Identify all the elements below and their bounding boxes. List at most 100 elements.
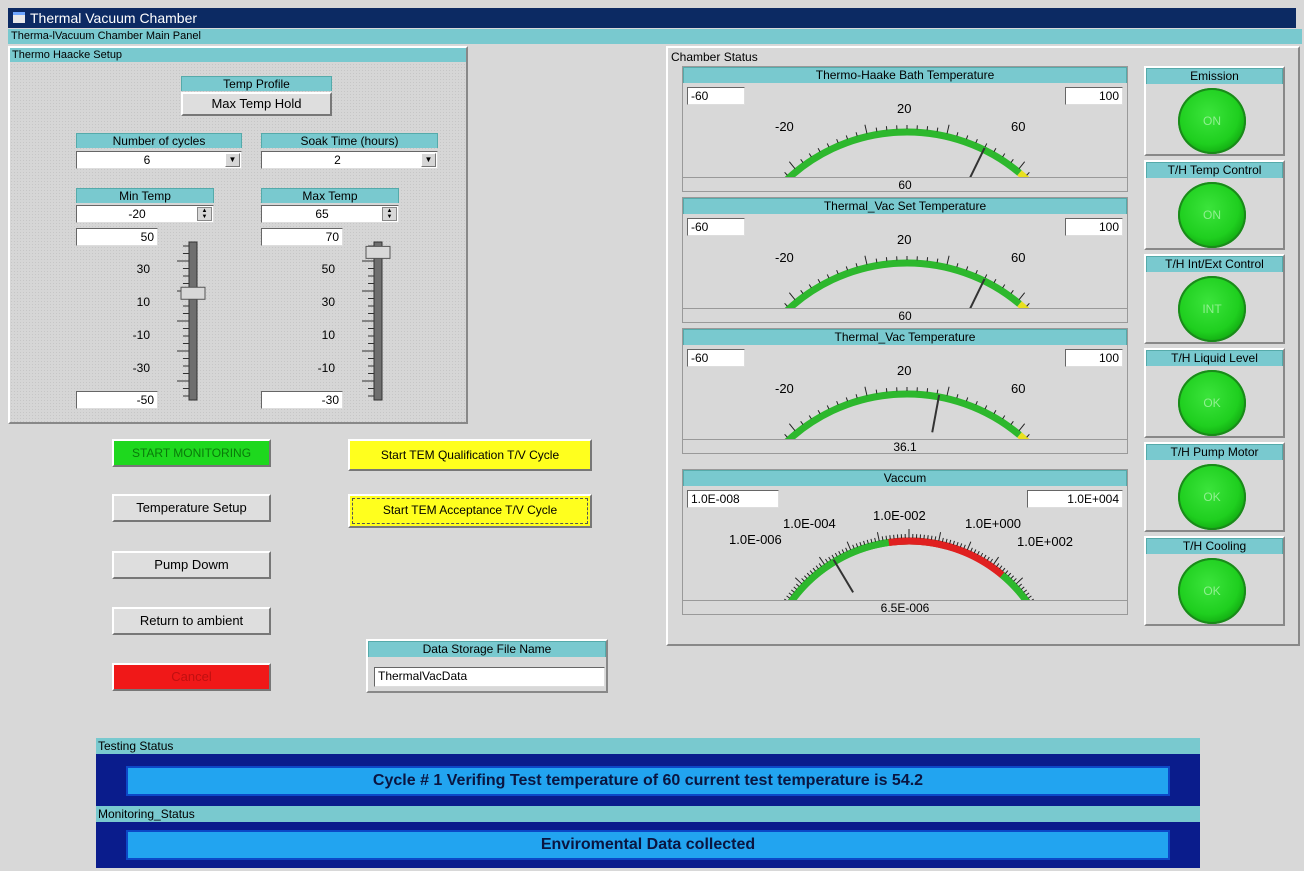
gauge-tick	[852, 544, 855, 549]
gauge-needle	[969, 147, 986, 177]
indicator-label: T/H Liquid Level	[1146, 350, 1283, 366]
gauge-tick	[788, 592, 793, 596]
indicator-led: OK	[1178, 558, 1246, 624]
gauge-tick	[938, 532, 942, 542]
gauge-tick	[818, 556, 825, 565]
data-storage-filename-input[interactable]: ThermalVacData	[374, 667, 605, 687]
gauge-tick	[952, 540, 955, 545]
min-temp-slider[interactable]: 30 10 -10 -30	[110, 232, 220, 402]
gauge-tick	[784, 171, 788, 176]
indicator-led: ON	[1178, 88, 1246, 154]
gauge-tick	[846, 541, 852, 551]
gauge-tick	[881, 536, 884, 541]
min_temp-slider-thumb[interactable]	[180, 286, 206, 300]
gauge-tick	[1010, 421, 1014, 425]
number-of-cycles-value: 6	[143, 153, 151, 167]
gauge-tick	[794, 577, 803, 585]
gauge-tick	[956, 541, 959, 547]
max-temp-slider[interactable]: 50 30 10 -10	[295, 232, 405, 402]
testing-status-title: Testing Status	[96, 738, 1200, 754]
min-temp-spin[interactable]: -20 ▲ ▼	[76, 205, 214, 223]
gauge-readout: 36.1	[683, 439, 1127, 454]
chevron-down-icon[interactable]: ▼	[421, 153, 436, 167]
gauge-tick	[1010, 159, 1014, 163]
min_temp-slider-track[interactable]	[188, 241, 198, 401]
pump-down-button[interactable]: Pump Dowm	[112, 551, 271, 579]
cancel-button[interactable]: Cancel	[112, 663, 271, 691]
gauge-dial	[784, 124, 1030, 177]
gauge-tick	[1002, 153, 1006, 158]
gauge-needle	[969, 278, 986, 308]
spin-arrows-icon[interactable]: ▲ ▼	[382, 207, 397, 221]
gauge-band	[784, 128, 1022, 177]
temperature-gauge: Thermal_Vac Temperature -60 100 36.1 -20 20 60	[682, 328, 1128, 454]
gauge-tick	[784, 433, 788, 438]
temperature-gauge: Thermo-Haake Bath Temperature -60 100 60 -20…	[682, 66, 1128, 192]
chamber-status-title: Chamber Status	[671, 50, 758, 64]
gauge-tick	[817, 409, 821, 414]
gauge-tick	[983, 554, 987, 559]
max_temp-slider-tick-label: 30	[321, 295, 335, 309]
gauge-tick	[999, 565, 1003, 570]
temperature-gauge: Thermal_Vac Set Temperature -60 100 60 -20 20…	[682, 197, 1128, 323]
gauge-tick	[841, 549, 845, 554]
status-indicator: T/H Pump Motor OK	[1144, 442, 1285, 532]
gauge-readout: 6.5E-006	[683, 600, 1127, 615]
gauge-tick	[1018, 292, 1026, 300]
gauge-tick	[800, 290, 804, 294]
start-qualification-cycle-button[interactable]: Start TEM Qualification T/V Cycle	[348, 439, 592, 471]
spin-arrows-icon[interactable]: ▲ ▼	[197, 207, 212, 221]
min_temp-slider-tick-label: 30	[136, 262, 150, 276]
gauge-tick	[996, 563, 1000, 567]
gauge-scale-label: -20	[775, 381, 794, 396]
gauge-tick	[836, 138, 839, 144]
number-of-cycles-select[interactable]: 6 ▼	[76, 151, 242, 169]
monitoring-status-title: Monitoring_Status	[96, 806, 1200, 822]
gauge-dial	[784, 255, 1030, 308]
gauge-tick	[984, 274, 988, 279]
gauge-needle	[832, 559, 854, 593]
max-temp-spin[interactable]: 65 ▲ ▼	[261, 205, 399, 223]
gauge-tick	[936, 127, 939, 132]
gauge-tick	[946, 386, 950, 396]
gauge-tick	[1020, 586, 1025, 590]
gauge-tick	[855, 132, 858, 137]
temperature-setup-button[interactable]: Temperature Setup	[112, 494, 271, 522]
temp-profile-button[interactable]: Max Temp Hold	[181, 92, 332, 116]
window-app-icon[interactable]	[13, 12, 25, 23]
gauge-band	[784, 259, 1022, 308]
gauge-tick	[993, 409, 997, 414]
gauge-dial	[784, 386, 1030, 439]
gauge-tick	[817, 278, 821, 283]
gauge-tick	[838, 551, 841, 556]
gauge-tick	[1018, 423, 1026, 431]
soak-time-select[interactable]: 2 ▼	[261, 151, 438, 169]
setup-panel-title: Thermo Haacke Setup	[10, 48, 466, 62]
gauge-tick	[808, 415, 812, 420]
gauge-tick	[1031, 598, 1034, 600]
gauge-tick	[965, 397, 969, 402]
min_temp-slider-graphic[interactable]	[110, 232, 220, 402]
start-acceptance-cycle-button[interactable]: Start TEM Acceptance T/V Cycle	[348, 494, 592, 528]
gauge-scale-label: 1.0E-002	[873, 508, 926, 523]
chevron-down-icon[interactable]: ▼	[225, 153, 240, 167]
max_temp-slider-track[interactable]	[373, 241, 383, 401]
main-panel-title: Therma-lVacuum Chamber Main Panel	[8, 29, 1302, 44]
gauge-scale-label: 1.0E+000	[965, 516, 1022, 531]
gauge-tick	[1002, 415, 1006, 420]
gauge-tick	[836, 400, 839, 406]
return-to-ambient-button[interactable]: Return to ambient	[112, 607, 271, 635]
gauge-scale-label: 20	[897, 363, 912, 378]
max_temp-slider-thumb[interactable]	[365, 245, 391, 259]
max_temp-slider-graphic[interactable]	[295, 232, 405, 402]
min_temp-slider-tick-label: -10	[132, 328, 150, 342]
gauge-tick	[1007, 572, 1012, 577]
gauge-tick	[1010, 290, 1014, 294]
gauge-tick	[949, 539, 952, 544]
gauge-tick	[845, 397, 849, 402]
gauge-tick	[1023, 589, 1028, 593]
status-indicator: T/H Temp Control ON	[1144, 160, 1285, 250]
start-monitoring-button[interactable]: START MONITORING	[112, 439, 271, 467]
gauge-tick	[1010, 575, 1014, 579]
gauge-tick	[809, 570, 814, 574]
